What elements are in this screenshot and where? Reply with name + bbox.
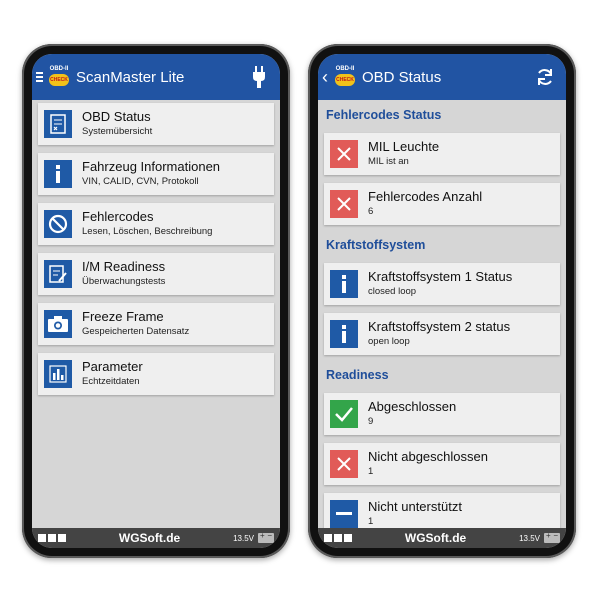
menu-item-title: OBD Status xyxy=(82,109,151,124)
left-app-bar: OBD-II CHECK ScanMaster Lite xyxy=(32,54,280,100)
status-list: Fehlercodes Status MIL Leuchte MIL ist an… xyxy=(318,100,566,528)
battery-voltage: 13.5V xyxy=(233,533,254,543)
menu-item-title: Fahrzeug Informationen xyxy=(82,159,221,174)
left-footer: WGSoft.de 13.5V xyxy=(32,528,280,548)
obd-check-logo: OBD-II CHECK xyxy=(48,66,70,88)
app-title: ScanMaster Lite xyxy=(76,68,185,86)
menu-item-title: Fehlercodes xyxy=(82,209,154,224)
status-item-not-supported[interactable]: Nicht unterstützt 1 xyxy=(324,493,560,528)
close-icon xyxy=(330,450,358,478)
status-item-error-count[interactable]: Fehlercodes Anzahl 6 xyxy=(324,183,560,225)
right-app-bar: ‹ OBD-II CHECK OBD Status xyxy=(318,54,566,100)
back-chevron-icon[interactable]: ‹ xyxy=(322,68,332,86)
screen-title: OBD Status xyxy=(362,68,442,86)
status-item-value: 1 xyxy=(368,466,374,477)
refresh-icon[interactable] xyxy=(530,62,560,92)
menu-item-obd-status[interactable]: OBD Status Systemübersicht xyxy=(38,103,274,145)
main-menu: OBD Status Systemübersicht Fahrzeug Infor… xyxy=(32,100,280,528)
status-item-title: Kraftstoffsystem 2 status xyxy=(368,319,511,334)
battery-icon xyxy=(544,531,560,543)
menu-item-vehicle-info[interactable]: Fahrzeug Informationen VIN, CALID, CVN, P… xyxy=(38,153,274,195)
edit-checklist-icon xyxy=(44,260,72,288)
camera-icon xyxy=(44,310,72,338)
battery-icon xyxy=(258,531,274,543)
menu-item-subtitle: Überwachungstests xyxy=(82,276,166,287)
obd-check-logo: OBD-II CHECK xyxy=(334,66,356,88)
footer-brand: WGSoft.de xyxy=(404,531,467,545)
checklist-icon xyxy=(44,110,72,138)
right-footer: WGSoft.de 13.5V xyxy=(318,528,566,548)
status-item-title: Kraftstoffsystem 1 Status xyxy=(368,269,513,284)
status-item-value: open loop xyxy=(368,336,410,347)
recent-apps-icon[interactable] xyxy=(324,534,352,542)
status-item-title: Nicht abgeschlossen xyxy=(368,449,488,464)
menu-item-subtitle: Lesen, Löschen, Beschreibung xyxy=(82,226,213,237)
status-item-value: 1 xyxy=(368,516,374,527)
bar-chart-icon xyxy=(44,360,72,388)
menu-item-freeze-frame[interactable]: Freeze Frame Gespeicherten Datensatz xyxy=(38,303,274,345)
minus-icon xyxy=(330,500,358,528)
left-screen: OBD-II CHECK ScanMaster Lite OBD Status S… xyxy=(32,54,280,548)
recent-apps-icon[interactable] xyxy=(38,534,66,542)
menu-item-title: Parameter xyxy=(82,359,143,374)
close-icon xyxy=(330,190,358,218)
section-header: Kraftstoffsystem xyxy=(326,238,426,252)
menu-item-title: I/M Readiness xyxy=(82,259,166,274)
status-item-value: 9 xyxy=(368,416,374,427)
right-phone: ‹ OBD-II CHECK OBD Status Fehlercodes St… xyxy=(308,44,576,558)
prohibited-icon xyxy=(44,210,72,238)
status-item-fuel-system-2[interactable]: Kraftstoffsystem 2 status open loop xyxy=(324,313,560,355)
info-icon xyxy=(44,160,72,188)
menu-item-subtitle: VIN, CALID, CVN, Protokoll xyxy=(82,176,199,187)
info-icon xyxy=(330,320,358,348)
status-item-value: closed loop xyxy=(368,286,417,297)
status-item-value: MIL ist an xyxy=(368,156,409,167)
section-header: Readiness xyxy=(326,368,389,382)
status-item-title: Abgeschlossen xyxy=(368,399,457,414)
menu-item-subtitle: Systemübersicht xyxy=(82,126,153,137)
status-item-title: Fehlercodes Anzahl xyxy=(368,189,483,204)
menu-icon[interactable] xyxy=(36,72,46,82)
left-phone: OBD-II CHECK ScanMaster Lite OBD Status S… xyxy=(22,44,290,558)
menu-item-subtitle: Echtzeitdaten xyxy=(82,376,140,387)
menu-item-error-codes[interactable]: Fehlercodes Lesen, Löschen, Beschreibung xyxy=(38,203,274,245)
menu-item-subtitle: Gespeicherten Datensatz xyxy=(82,326,190,337)
status-item-not-completed[interactable]: Nicht abgeschlossen 1 xyxy=(324,443,560,485)
battery-voltage: 13.5V xyxy=(519,533,540,543)
check-icon xyxy=(330,400,358,428)
status-item-title: MIL Leuchte xyxy=(368,139,440,154)
status-item-title: Nicht unterstützt xyxy=(368,499,462,514)
close-icon xyxy=(330,140,358,168)
footer-brand: WGSoft.de xyxy=(118,531,181,545)
menu-item-parameter[interactable]: Parameter Echtzeitdaten xyxy=(38,353,274,395)
status-item-fuel-system-1[interactable]: Kraftstoffsystem 1 Status closed loop xyxy=(324,263,560,305)
status-item-value: 6 xyxy=(368,206,374,217)
menu-item-im-readiness[interactable]: I/M Readiness Überwachungstests xyxy=(38,253,274,295)
status-item-mil[interactable]: MIL Leuchte MIL ist an xyxy=(324,133,560,175)
menu-item-title: Freeze Frame xyxy=(82,309,164,324)
section-header: Fehlercodes Status xyxy=(326,108,442,122)
status-item-completed[interactable]: Abgeschlossen 9 xyxy=(324,393,560,435)
info-icon xyxy=(330,270,358,298)
plug-icon[interactable] xyxy=(244,62,274,92)
right-screen: ‹ OBD-II CHECK OBD Status Fehlercodes St… xyxy=(318,54,566,548)
